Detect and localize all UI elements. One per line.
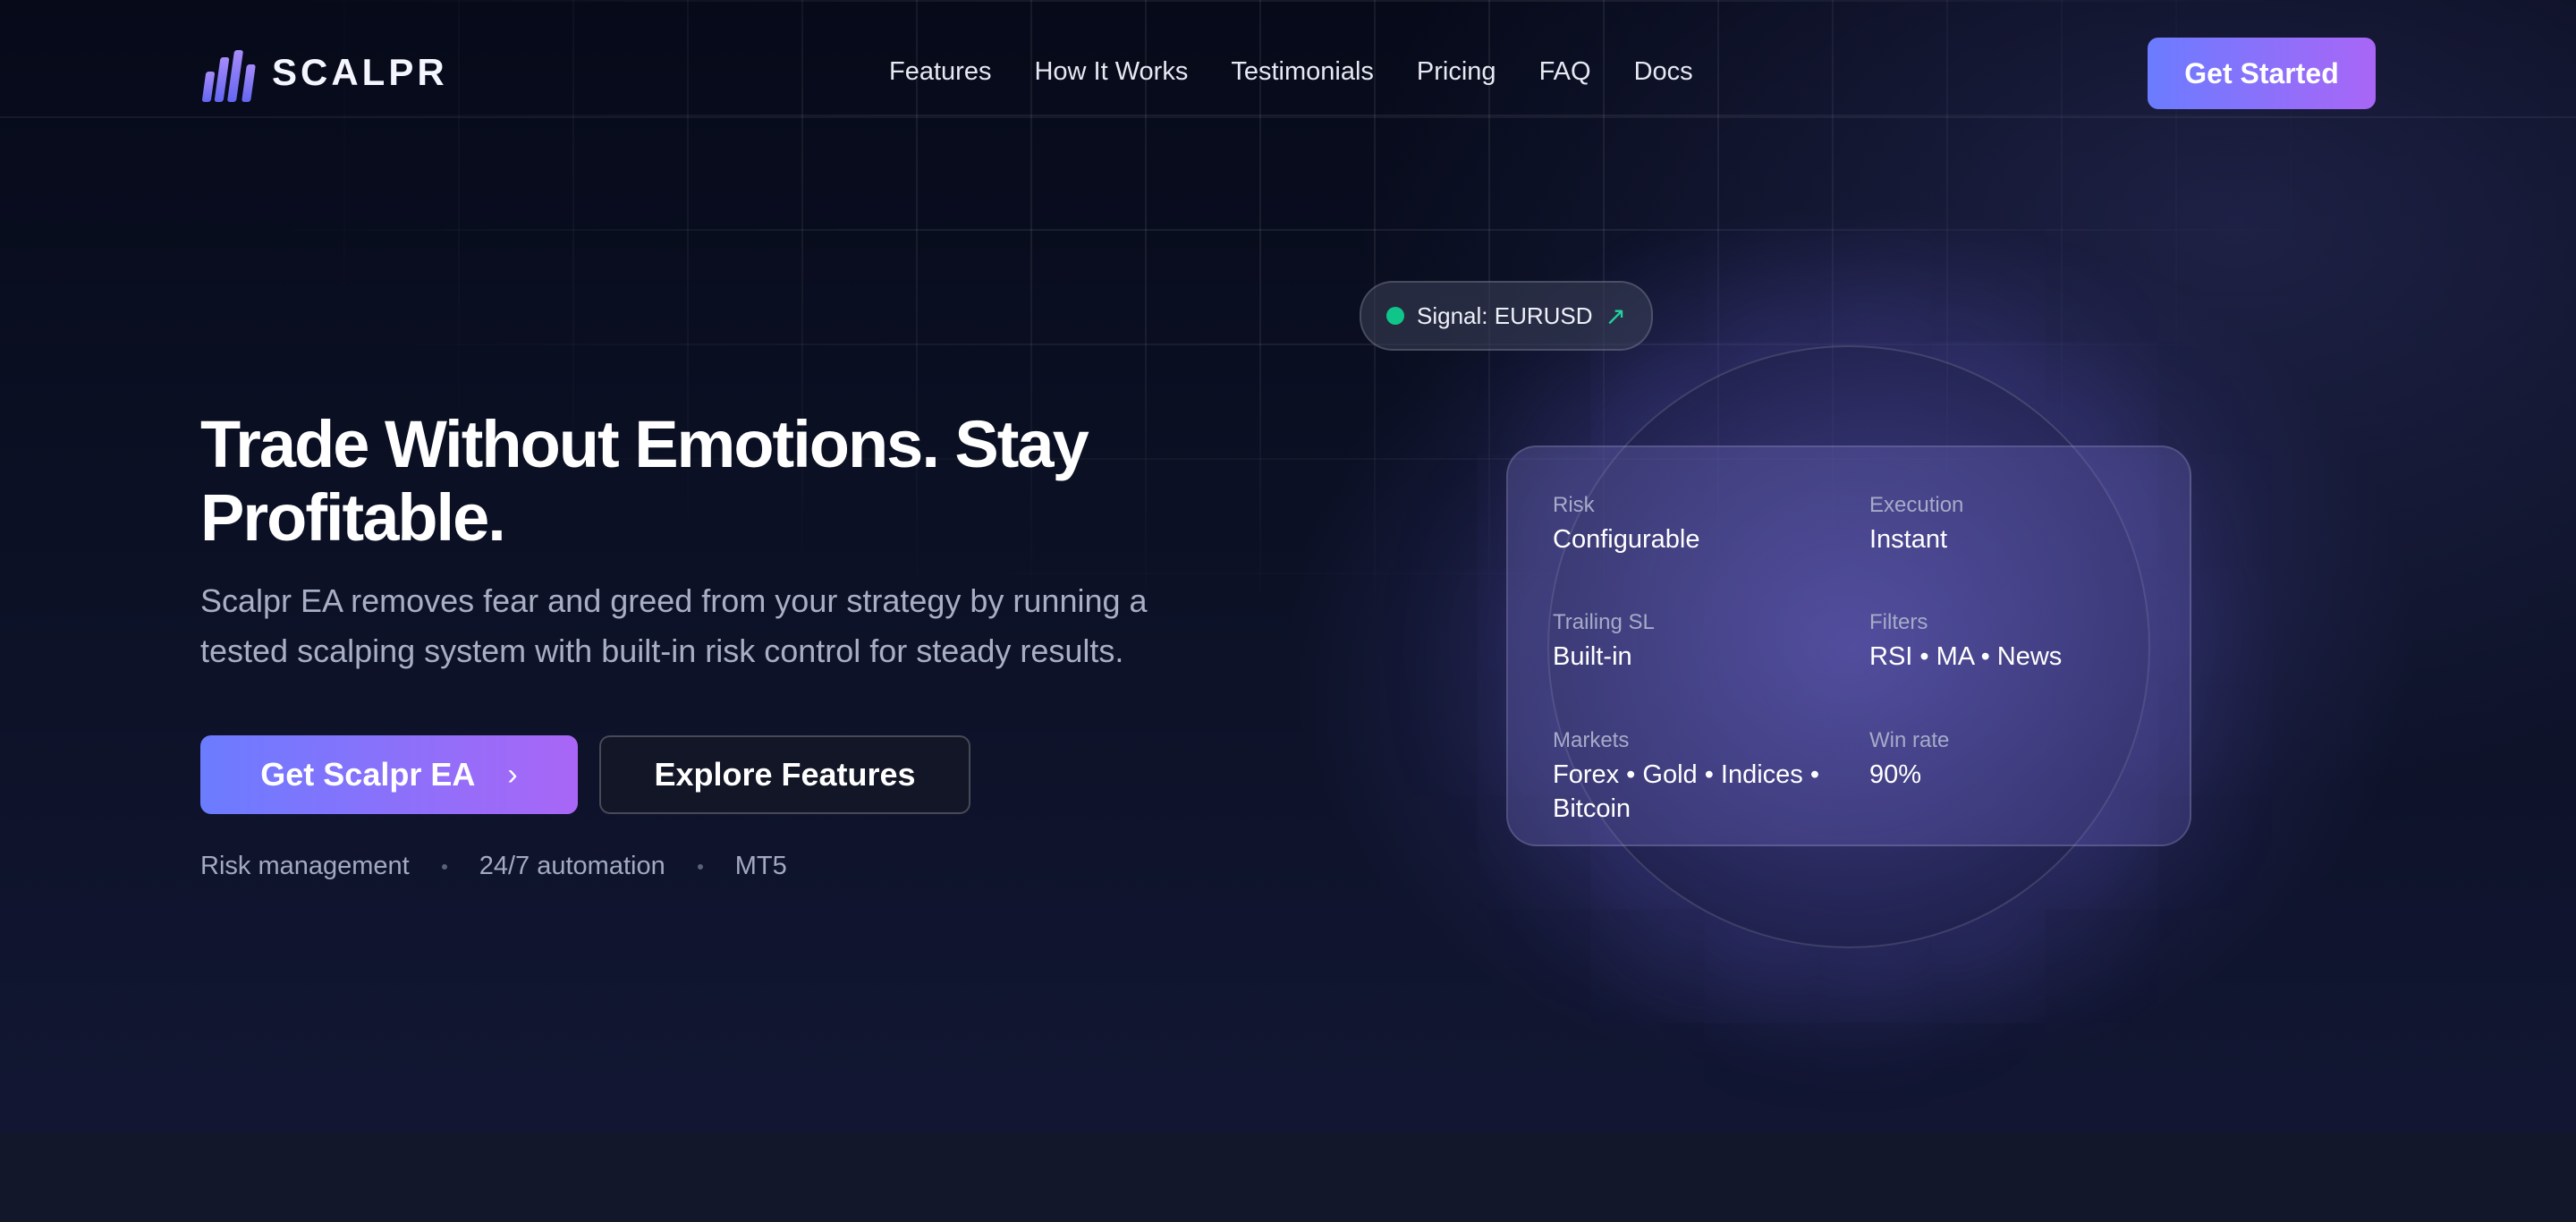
stat-label: Markets: [1553, 727, 1630, 752]
nav-links: Features How It Works Testimonials Prici…: [889, 57, 1693, 87]
chevron-right-icon: ›: [507, 757, 518, 792]
separator-dot: [441, 863, 447, 870]
stat-markets: Markets Forex • Gold • Indices • Bitcoin: [1553, 727, 1869, 844]
get-scalpr-ea-label: Get Scalpr EA: [260, 756, 476, 793]
nav-link-features[interactable]: Features: [889, 57, 991, 87]
nav-link-faq[interactable]: FAQ: [1539, 57, 1591, 87]
get-started-button[interactable]: Get Started: [2148, 38, 2376, 109]
explore-features-button[interactable]: Explore Features: [599, 735, 970, 814]
signal-text: Signal: EURUSD: [1417, 301, 1593, 329]
live-status-icon: [1386, 307, 1404, 325]
stat-win-rate: Win rate 90%: [1869, 727, 2138, 844]
stat-value: Forex • Gold • Indices • Bitcoin: [1553, 760, 1820, 823]
stat-value: RSI • MA • News: [1869, 642, 2063, 672]
nav-link-pricing[interactable]: Pricing: [1417, 57, 1496, 87]
next-section-band: [0, 1133, 2576, 1222]
hero-title: Trade Without Emotions. Stay Profitable.: [200, 407, 1089, 555]
hero-subtitle: Scalpr EA removes fear and greed from yo…: [200, 582, 1148, 669]
stat-value: Instant: [1869, 525, 1948, 554]
tag-mt5: MT5: [734, 852, 787, 880]
logo[interactable]: SCALPR: [201, 43, 448, 102]
nav-link-docs[interactable]: Docs: [1634, 57, 1693, 87]
tag-automation: 24/7 automation: [479, 852, 665, 880]
top-nav: SCALPR Features How It Works Testimonial…: [0, 0, 2576, 118]
stat-value: Built-in: [1553, 642, 1632, 672]
stat-filters: Filters RSI • MA • News: [1869, 609, 2138, 692]
stat-label: Execution: [1869, 493, 1964, 517]
arrow-up-right-icon: ↗: [1605, 301, 1626, 330]
stat-value: Configurable: [1553, 525, 1700, 554]
feature-tags: Risk management 24/7 automation MT5: [200, 852, 787, 881]
stat-label: Risk: [1553, 493, 1595, 517]
separator-dot: [697, 863, 703, 870]
stat-risk: Risk Configurable: [1553, 492, 1869, 575]
get-scalpr-ea-button[interactable]: Get Scalpr EA ›: [200, 735, 578, 814]
page: SCALPR Features How It Works Testimonial…: [0, 0, 2576, 1222]
logo-text: SCALPR: [272, 51, 448, 93]
tag-risk-management: Risk management: [200, 852, 410, 880]
signal-badge: Signal: EURUSD ↗: [1360, 281, 1653, 351]
stat-value: 90%: [1869, 760, 1922, 789]
logo-bars-icon: [201, 43, 258, 102]
stat-trailing-sl: Trailing SL Built-in: [1553, 609, 1869, 692]
stat-label: Win rate: [1869, 727, 1950, 752]
stat-execution: Execution Instant: [1869, 492, 2138, 575]
stats-card: Risk Configurable Execution Instant Trai…: [1506, 446, 2191, 846]
nav-link-how-it-works[interactable]: How It Works: [1034, 57, 1188, 87]
stat-label: Trailing SL: [1553, 610, 1655, 635]
nav-link-testimonials[interactable]: Testimonials: [1231, 57, 1374, 87]
stat-label: Filters: [1869, 610, 1928, 635]
